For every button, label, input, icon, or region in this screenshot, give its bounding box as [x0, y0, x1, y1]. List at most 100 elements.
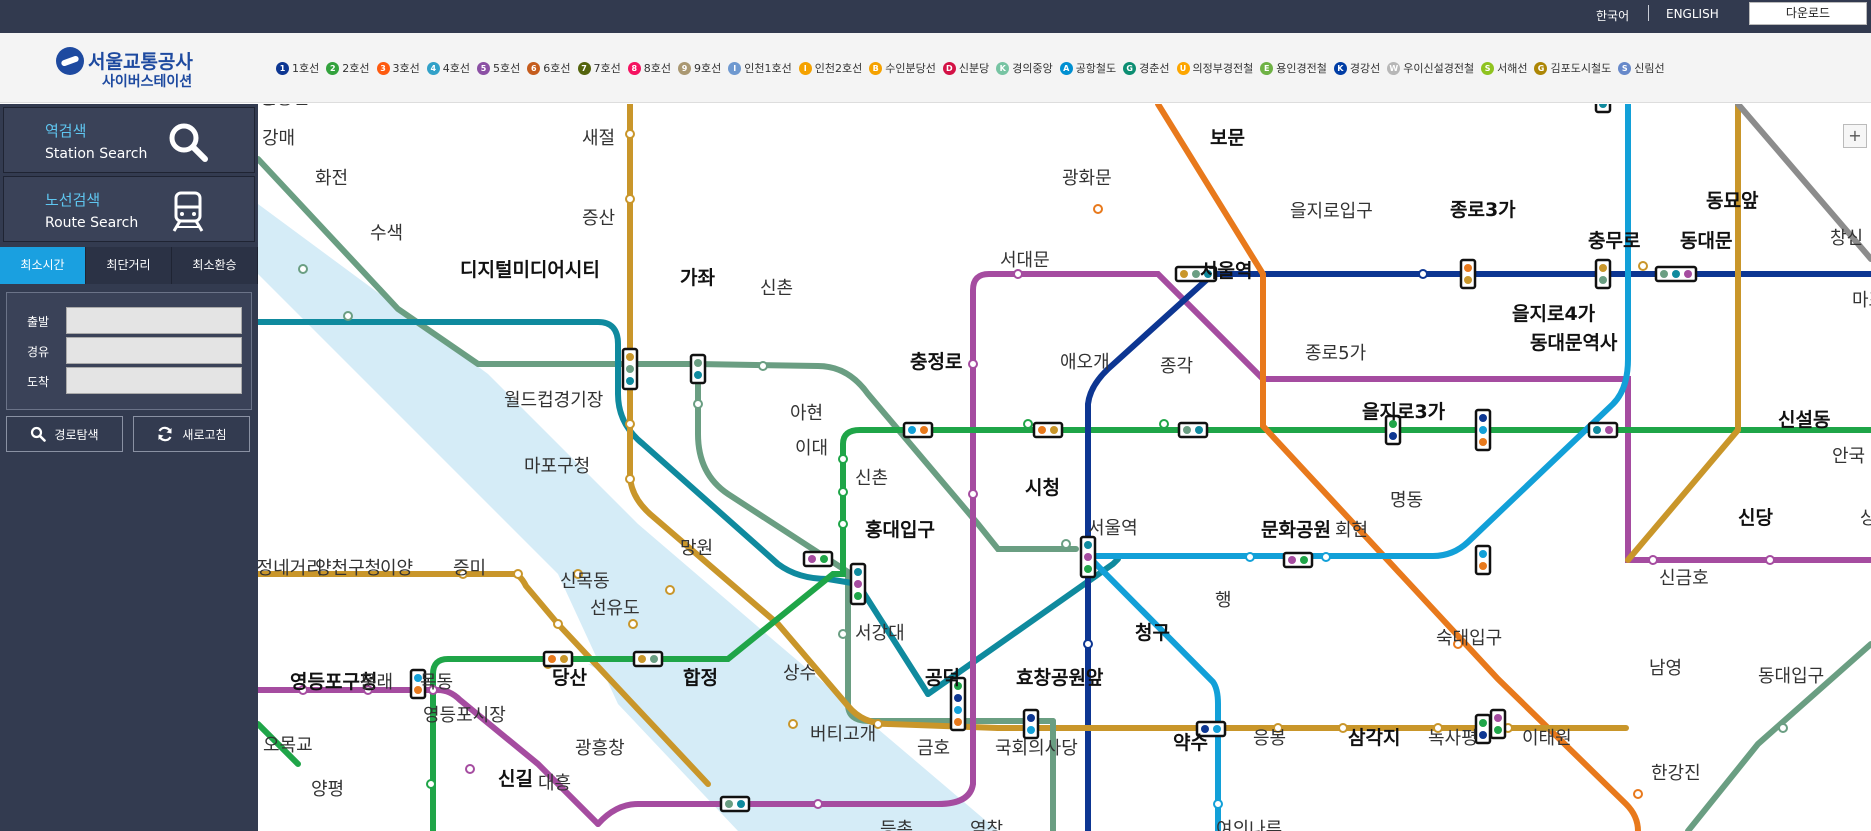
- station-label[interactable]: 홍대입구: [865, 518, 935, 541]
- station-label[interactable]: 서대문: [1000, 250, 1050, 271]
- station-label[interactable]: 회현: [1335, 520, 1368, 541]
- station-label[interactable]: 서울역: [1088, 518, 1138, 539]
- station-dot[interactable]: [625, 474, 635, 484]
- station-label[interactable]: 약수: [1173, 732, 1208, 754]
- station-label[interactable]: 효창공원앞: [1016, 667, 1104, 689]
- station-label[interactable]: 여의나루: [1216, 819, 1282, 831]
- station-label[interactable]: 선유도: [590, 598, 640, 619]
- station-label[interactable]: 신정네거리: [258, 558, 323, 579]
- station-label[interactable]: 마포: [1852, 290, 1871, 311]
- station-label[interactable]: 새절: [582, 128, 615, 149]
- station-dot[interactable]: [968, 489, 978, 499]
- station-label[interactable]: 상수: [783, 663, 816, 684]
- station-dot[interactable]: [426, 779, 436, 789]
- station-dot[interactable]: [758, 361, 768, 371]
- legend-item[interactable]: 1 1호선: [276, 60, 319, 76]
- station-label[interactable]: 망원: [680, 538, 713, 559]
- station-label[interactable]: 염창: [970, 819, 1003, 831]
- station-label[interactable]: 행: [1215, 590, 1232, 611]
- legend-item[interactable]: 3 3호선: [376, 60, 420, 76]
- station-label[interactable]: 서울역: [1200, 260, 1252, 282]
- english-language-link[interactable]: ENGLISH: [1666, 7, 1719, 21]
- legend-item[interactable]: 9 9호선: [678, 60, 721, 76]
- station-dot[interactable]: [1321, 552, 1331, 562]
- station-label[interactable]: 신금호: [1659, 568, 1709, 589]
- route-search-submit-button[interactable]: 경로탐색: [6, 416, 123, 452]
- legend-item[interactable]: K 경강선: [1333, 60, 1380, 76]
- station-label[interactable]: 을지로입구: [1290, 201, 1373, 222]
- station-label[interactable]: 청구: [1135, 622, 1170, 644]
- korean-language-link[interactable]: 한국어: [1596, 7, 1629, 24]
- station-label[interactable]: 보문: [1210, 127, 1245, 149]
- station-dot[interactable]: [1778, 723, 1788, 733]
- via-input[interactable]: [66, 337, 242, 364]
- tab-shortest-distance[interactable]: 최단거리: [86, 247, 172, 284]
- station-label[interactable]: 신당: [1738, 507, 1773, 529]
- tab-min-time[interactable]: 최소시간: [0, 247, 86, 284]
- station-dot[interactable]: [1638, 261, 1648, 271]
- station-label[interactable]: 신목동: [560, 571, 610, 592]
- station-dot[interactable]: [838, 454, 848, 464]
- station-label[interactable]: 신촌: [855, 468, 888, 489]
- legend-item[interactable]: G 김포도시철도: [1534, 60, 1611, 76]
- station-dot[interactable]: [553, 619, 563, 629]
- station-label[interactable]: 애오개: [1060, 352, 1110, 373]
- depart-input[interactable]: [66, 307, 242, 334]
- station-dot[interactable]: [628, 619, 638, 629]
- station-label[interactable]: 문화공원: [1261, 519, 1331, 541]
- legend-item[interactable]: I 인천1호선: [728, 60, 792, 76]
- station-label[interactable]: 동대입구: [1758, 666, 1824, 687]
- station-label[interactable]: 신설동: [1778, 409, 1830, 431]
- station-dot[interactable]: [838, 519, 848, 529]
- station-dot[interactable]: [513, 569, 523, 579]
- station-dot[interactable]: [1013, 269, 1023, 279]
- station-dot[interactable]: [1245, 552, 1255, 562]
- station-dot[interactable]: [968, 359, 978, 369]
- station-label[interactable]: 종로5가: [1305, 343, 1366, 364]
- station-dot[interactable]: [465, 764, 475, 774]
- station-dot[interactable]: [625, 194, 635, 204]
- station-label[interactable]: 국회의사당: [995, 738, 1078, 759]
- station-dot[interactable]: [838, 629, 848, 639]
- station-label[interactable]: 디지털미디어시티: [460, 259, 600, 281]
- legend-item[interactable]: 2 2호선: [326, 60, 370, 76]
- station-label[interactable]: 명동: [1390, 490, 1423, 511]
- station-label[interactable]: 을지로3가: [1362, 401, 1446, 423]
- subway-map[interactable]: 강매 화전 수색 디지털미디어시티 새절 증산 가좌 신촌 월드컵경기장 마포구청 아현 이대 신촌 홍대…: [258, 104, 1871, 831]
- station-label[interactable]: 숙대입구: [1436, 628, 1502, 649]
- station-label[interactable]: 버티고개: [810, 724, 876, 745]
- legend-item[interactable]: 4 4호선: [426, 60, 470, 76]
- legend-item[interactable]: 6 6호선: [527, 60, 571, 76]
- station-label[interactable]: 동묘앞: [1706, 190, 1759, 212]
- station-label[interactable]: 아현: [790, 403, 823, 424]
- station-label[interactable]: 이대: [795, 438, 828, 459]
- station-dot[interactable]: [665, 585, 675, 595]
- station-label[interactable]: 화전: [315, 168, 348, 189]
- station-label[interactable]: 충무로: [1588, 230, 1640, 252]
- station-label[interactable]: 증산: [582, 208, 615, 229]
- station-dot[interactable]: [693, 399, 703, 409]
- station-label[interactable]: 동대문: [1680, 230, 1732, 252]
- legend-item[interactable]: E 용인경전철: [1260, 60, 1327, 76]
- station-label[interactable]: 당산: [552, 667, 587, 689]
- station-dot[interactable]: [1023, 419, 1033, 429]
- station-label[interactable]: 을지로4가: [1512, 303, 1596, 325]
- station-label[interactable]: 신길: [498, 768, 533, 790]
- station-label[interactable]: 양평: [311, 779, 344, 800]
- station-label[interactable]: 공덕: [925, 667, 960, 689]
- station-dot[interactable]: [813, 799, 823, 809]
- legend-item[interactable]: I 인천2호선: [798, 60, 862, 76]
- station-label[interactable]: 문래: [360, 672, 393, 693]
- station-label[interactable]: 이태원: [1522, 728, 1572, 749]
- legend-item[interactable]: D 신분당: [942, 60, 989, 76]
- station-dot[interactable]: [1648, 555, 1658, 565]
- station-label[interactable]: 신촌: [760, 278, 793, 299]
- station-dot[interactable]: [1633, 789, 1643, 799]
- station-dot[interactable]: [1093, 204, 1103, 214]
- station-dot[interactable]: [1083, 639, 1093, 649]
- station-label[interactable]: 가좌: [680, 267, 715, 289]
- station-label[interactable]: 용: [260, 104, 277, 109]
- station-label[interactable]: 안국: [1832, 446, 1865, 467]
- tab-min-transfer[interactable]: 최소환승: [172, 247, 258, 284]
- route-search-button[interactable]: 노선검색 Route Search: [3, 176, 255, 242]
